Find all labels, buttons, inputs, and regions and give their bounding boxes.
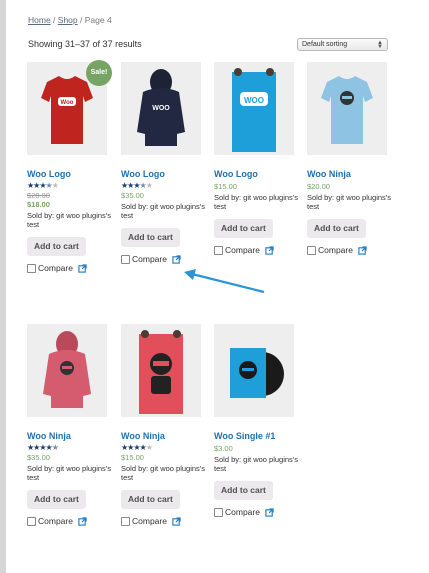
compare-control[interactable]: Compare — [214, 245, 296, 255]
sold-by: Sold by: git woo plugins's test — [121, 202, 205, 220]
external-link-icon[interactable] — [265, 245, 274, 255]
product-title[interactable]: Woo Ninja — [307, 169, 389, 179]
compare-label: Compare — [38, 263, 73, 273]
add-to-cart-button[interactable]: Add to cart — [27, 490, 86, 509]
compare-checkbox[interactable] — [307, 245, 316, 255]
current-price: $15.00 — [214, 182, 237, 191]
external-link-icon[interactable] — [358, 245, 367, 255]
compare-control[interactable]: Compare — [214, 507, 296, 517]
product-price: $20.00 $18.00 — [27, 191, 109, 209]
svg-text:WOO: WOO — [244, 96, 264, 105]
compare-label: Compare — [38, 516, 73, 526]
compare-label: Compare — [225, 507, 260, 517]
product-title[interactable]: Woo Logo — [121, 169, 203, 179]
current-price: $35.00 — [121, 191, 144, 200]
product-price: $15.00 — [121, 453, 203, 462]
product-price: $20.00 — [307, 182, 389, 191]
product-card: Woo Ninja ★★★★★ $15.00 Sold by: git woo … — [121, 324, 205, 526]
external-link-icon[interactable] — [172, 516, 181, 526]
compare-control[interactable]: Compare — [27, 516, 109, 526]
current-price: $18.00 — [27, 200, 50, 209]
compare-checkbox[interactable] — [27, 263, 36, 273]
current-price: $3.00 — [214, 444, 233, 453]
star-rating: ★★★★★ — [27, 443, 59, 452]
product-title[interactable]: Woo Single #1 — [214, 431, 296, 441]
breadcrumb-current: Page 4 — [84, 15, 112, 25]
current-price: $35.00 — [27, 453, 50, 462]
external-link-icon[interactable] — [265, 507, 274, 517]
compare-control[interactable]: Compare — [121, 254, 203, 264]
product-price: $35.00 — [27, 453, 109, 462]
svg-text:Woo: Woo — [61, 100, 74, 106]
compare-checkbox[interactable] — [214, 245, 223, 255]
external-link-icon[interactable] — [78, 516, 87, 526]
sorting-select[interactable]: Default sorting ▲ ▼ — [297, 38, 388, 51]
annotation-arrow-icon — [184, 269, 265, 294]
add-to-cart-button[interactable]: Add to cart — [214, 481, 273, 500]
compare-label: Compare — [132, 254, 167, 264]
compare-label: Compare — [318, 245, 353, 255]
compare-checkbox[interactable] — [121, 254, 130, 264]
breadcrumb-shop[interactable]: Shop — [58, 15, 78, 25]
star-rating: ★★★★★ — [121, 443, 153, 452]
external-link-icon[interactable] — [78, 263, 87, 273]
compare-label: Compare — [225, 245, 260, 255]
sold-by: Sold by: git woo plugins's test — [27, 211, 111, 229]
star-rating: ★★★★★ — [27, 181, 59, 190]
product-image[interactable] — [307, 62, 387, 155]
compare-control[interactable]: Compare — [307, 245, 389, 255]
star-rating: ★★★★★ — [121, 181, 153, 190]
product-price: $35.00 — [121, 191, 203, 200]
compare-control[interactable]: Compare — [27, 263, 109, 273]
left-rail — [0, 0, 6, 573]
product-card: WOO Woo Logo $15.00 Sold by: git woo plu… — [214, 62, 298, 255]
sold-by: Sold by: git woo plugins's test — [214, 455, 298, 473]
add-to-cart-button[interactable]: Add to cart — [121, 228, 180, 247]
compare-checkbox[interactable] — [214, 507, 223, 517]
result-count: Showing 31–37 of 37 results — [28, 39, 142, 49]
sold-by: Sold by: git woo plugins's test — [214, 193, 298, 211]
sold-by: Sold by: git woo plugins's test — [121, 464, 205, 482]
product-card: Woo Ninja $20.00 Sold by: git woo plugin… — [307, 62, 391, 255]
sold-by: Sold by: git woo plugins's test — [27, 464, 111, 482]
add-to-cart-button[interactable]: Add to cart — [27, 237, 86, 256]
current-price: $15.00 — [121, 453, 144, 462]
old-price: $20.00 — [27, 191, 50, 200]
external-link-icon[interactable] — [172, 254, 181, 264]
product-image[interactable] — [121, 324, 201, 417]
breadcrumb-home[interactable]: Home — [28, 15, 51, 25]
select-arrows-icon: ▲ ▼ — [377, 40, 383, 50]
breadcrumb-separator: / — [50, 15, 58, 25]
compare-checkbox[interactable] — [121, 516, 130, 526]
add-to-cart-button[interactable]: Add to cart — [307, 219, 366, 238]
product-price: $15.00 — [214, 182, 296, 191]
compare-control[interactable]: Compare — [121, 516, 203, 526]
product-card: Woo Ninja ★★★★★ $35.00 Sold by: git woo … — [27, 324, 111, 526]
product-title[interactable]: Woo Logo — [27, 169, 109, 179]
sorting-selected-value: Default sorting — [302, 41, 348, 48]
product-card: WOO Woo Logo ★★★★★ $35.00 Sold by: git w… — [121, 62, 205, 264]
compare-label: Compare — [132, 516, 167, 526]
breadcrumb-separator: / — [77, 15, 85, 25]
svg-text:WOO: WOO — [152, 105, 170, 112]
product-title[interactable]: Woo Logo — [214, 169, 296, 179]
product-title[interactable]: Woo Ninja — [121, 431, 203, 441]
product-image[interactable]: WOO — [214, 62, 294, 155]
current-price: $20.00 — [307, 182, 330, 191]
breadcrumb: Home / Shop / Page 4 — [28, 15, 112, 25]
compare-checkbox[interactable] — [27, 516, 36, 526]
product-card: Woo Single #1 $3.00 Sold by: git woo plu… — [214, 324, 298, 517]
product-card: Woo Woo Logo ★★★★★ $20.00 $18.00 Sold by… — [27, 62, 111, 273]
add-to-cart-button[interactable]: Add to cart — [121, 490, 180, 509]
sold-by: Sold by: git woo plugins's test — [307, 193, 391, 211]
product-price: $3.00 — [214, 444, 296, 453]
sale-badge: Sale! — [86, 60, 112, 86]
product-image[interactable] — [214, 324, 294, 417]
product-title[interactable]: Woo Ninja — [27, 431, 109, 441]
add-to-cart-button[interactable]: Add to cart — [214, 219, 273, 238]
product-image[interactable]: WOO — [121, 62, 201, 155]
product-image[interactable] — [27, 324, 107, 417]
